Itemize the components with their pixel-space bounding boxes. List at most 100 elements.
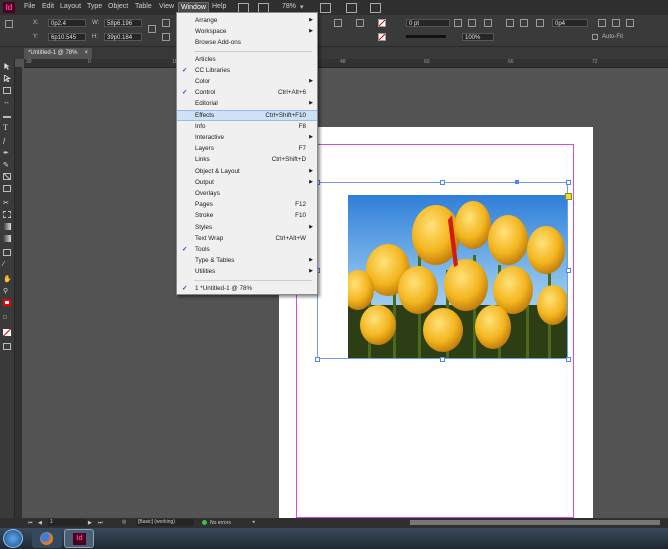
taskbar-indesign[interactable]: Id — [64, 529, 94, 548]
menu-edit[interactable]: Edit — [42, 3, 54, 10]
page-number-field[interactable]: 1 — [48, 519, 86, 526]
x-position-field[interactable]: 0p2.4 — [48, 19, 86, 27]
center-content-icon[interactable] — [626, 19, 634, 27]
window-menu-item[interactable]: ✓ CC Libraries — [177, 65, 317, 76]
window-menu-item[interactable]: Links Ctrl+Shift+D — [177, 154, 317, 165]
reference-point-icon[interactable] — [5, 20, 13, 28]
effects-fx-icon[interactable] — [484, 19, 492, 27]
apply-none-icon[interactable] — [3, 329, 11, 336]
zoom-tool-icon[interactable]: ⚲ — [3, 287, 11, 295]
window-menu-item[interactable]: Interactive ▶ — [177, 132, 317, 143]
hand-tool-icon[interactable]: ✋ — [3, 275, 12, 283]
menu-help[interactable]: Help — [212, 3, 226, 10]
first-page-icon[interactable]: ⏮ — [28, 520, 33, 526]
taskbar-firefox[interactable] — [32, 529, 62, 548]
window-menu-item[interactable]: Articles — [177, 54, 317, 65]
preflight-profile-select[interactable]: [Basic] (working) — [136, 519, 194, 526]
window-menu-item[interactable]: Layers F7 — [177, 143, 317, 154]
formatting-affects-container-icon[interactable]: □ — [3, 315, 11, 322]
scale-x-icon[interactable] — [162, 19, 170, 27]
pen-tool-icon[interactable]: ✒ — [3, 149, 11, 157]
type-tool-icon[interactable]: T — [3, 123, 11, 132]
fit-frame-icon[interactable] — [536, 19, 544, 27]
gradient-feather-tool-icon[interactable] — [3, 235, 11, 242]
y-position-field[interactable]: 6p10.545 — [48, 33, 86, 41]
gap-tool-icon[interactable]: ↔ — [3, 99, 11, 106]
page-tool-icon[interactable] — [3, 87, 11, 94]
frame-handle-top-right[interactable] — [566, 180, 571, 185]
window-menu-item[interactable]: Overlays — [177, 188, 317, 199]
window-menu-item[interactable]: Browse Add-ons — [177, 37, 317, 48]
menu-layout[interactable]: Layout — [60, 3, 81, 10]
menu-table[interactable]: Table — [135, 3, 152, 10]
reference-field[interactable]: 0p4 — [552, 19, 588, 27]
menu-view[interactable]: View — [159, 3, 174, 10]
window-menu-item[interactable]: ✓ Control Ctrl+Alt+6 — [177, 87, 317, 98]
next-page-icon[interactable]: ▶ — [88, 520, 92, 526]
close-tab-icon[interactable]: × — [84, 48, 88, 59]
window-menu-item[interactable]: Text Wrap Ctrl+Alt+W — [177, 233, 317, 244]
direct-selection-tool-icon[interactable] — [3, 75, 11, 82]
window-menu-item[interactable]: Utilities ▶ — [177, 266, 317, 277]
window-menu-item[interactable]: Output ▶ — [177, 177, 317, 188]
text-frame-icon[interactable] — [334, 19, 342, 27]
width-field[interactable]: 58p6.196 — [104, 19, 142, 27]
stroke-swatch-icon[interactable] — [378, 33, 386, 41]
status-menu-icon[interactable]: ◂ — [252, 519, 255, 525]
last-page-icon[interactable]: ⏭ — [98, 520, 103, 526]
window-menu-item[interactable]: Styles ▶ — [177, 222, 317, 233]
view-options-icon[interactable] — [320, 3, 331, 13]
frame-handle-bottom-left[interactable] — [315, 357, 320, 362]
note-tool-icon[interactable] — [3, 249, 11, 256]
arrange-documents-icon[interactable] — [370, 3, 381, 13]
scale-y-icon[interactable] — [162, 33, 170, 41]
frame-handle-bottom-right[interactable] — [566, 357, 571, 362]
window-menu-item[interactable]: Type & Tables ▶ — [177, 255, 317, 266]
fill-swatch-icon[interactable] — [378, 19, 386, 27]
frame-handle-top-center[interactable] — [440, 180, 445, 185]
zoom-dropdown-icon[interactable]: ▾ — [300, 3, 304, 11]
content-collector-icon[interactable] — [3, 111, 11, 118]
scissors-tool-icon[interactable]: ✂ — [3, 199, 11, 207]
eyedropper-tool-icon[interactable]: ⁄ — [3, 261, 11, 268]
rectangle-frame-tool-icon[interactable] — [3, 173, 11, 180]
menu-object[interactable]: Object — [108, 3, 128, 10]
free-transform-tool-icon[interactable] — [3, 211, 11, 218]
zoom-level[interactable]: 78% — [282, 3, 296, 10]
opacity-field[interactable]: 100% — [462, 33, 494, 41]
pencil-tool-icon[interactable]: ✎ — [3, 161, 11, 169]
stroke-weight-field[interactable]: 0 pt — [406, 19, 450, 27]
image-frame[interactable] — [317, 182, 568, 359]
out-port-icon[interactable] — [565, 193, 572, 200]
window-menu-item[interactable]: Workspace ▶ — [177, 26, 317, 37]
constrain-proportions-icon[interactable] — [148, 25, 156, 33]
height-field[interactable]: 39p0.184 — [104, 33, 142, 41]
start-button-icon[interactable] — [3, 529, 23, 548]
stroke-style-icon[interactable] — [454, 19, 462, 27]
content-grabber-icon[interactable] — [515, 180, 519, 184]
window-menu-item[interactable]: Stroke F10 — [177, 210, 317, 221]
menu-type[interactable]: Type — [87, 3, 102, 10]
window-menu-item[interactable]: Color ▶ — [177, 76, 317, 87]
fit-content-icon[interactable] — [612, 19, 620, 27]
previous-page-icon[interactable]: ◀ — [38, 520, 42, 526]
fill-frame-proportionally-icon[interactable] — [598, 19, 606, 27]
window-menu-item[interactable]: Editorial ▶ — [177, 98, 317, 109]
window-menu-item[interactable]: Info F8 — [177, 121, 317, 132]
window-menu-item[interactable]: ✓ Tools — [177, 244, 317, 255]
document-tab[interactable]: *Untitled-1 @ 78% × — [24, 48, 92, 59]
auto-fit-checkbox[interactable] — [592, 34, 598, 40]
corner-options-icon[interactable] — [468, 19, 476, 27]
window-menu-item[interactable]: Pages F12 — [177, 199, 317, 210]
fill-stroke-icon[interactable] — [3, 299, 11, 306]
rectangle-tool-icon[interactable] — [3, 185, 11, 192]
screen-mode-tool-icon[interactable] — [3, 343, 11, 350]
line-tool-icon[interactable]: / — [3, 137, 11, 146]
drop-shadow-icon[interactable] — [506, 19, 514, 27]
window-menu-item[interactable]: Arrange ▶ — [177, 15, 317, 26]
preflight-icon[interactable]: ◎ — [122, 519, 126, 525]
window-menu-item[interactable]: Effects Ctrl+Shift+F10 — [177, 109, 317, 121]
stroke-type-select[interactable] — [406, 35, 446, 38]
menu-file[interactable]: File — [24, 3, 35, 10]
window-menu-item[interactable]: ✓ 1 *Untitled-1 @ 78% — [177, 283, 317, 294]
